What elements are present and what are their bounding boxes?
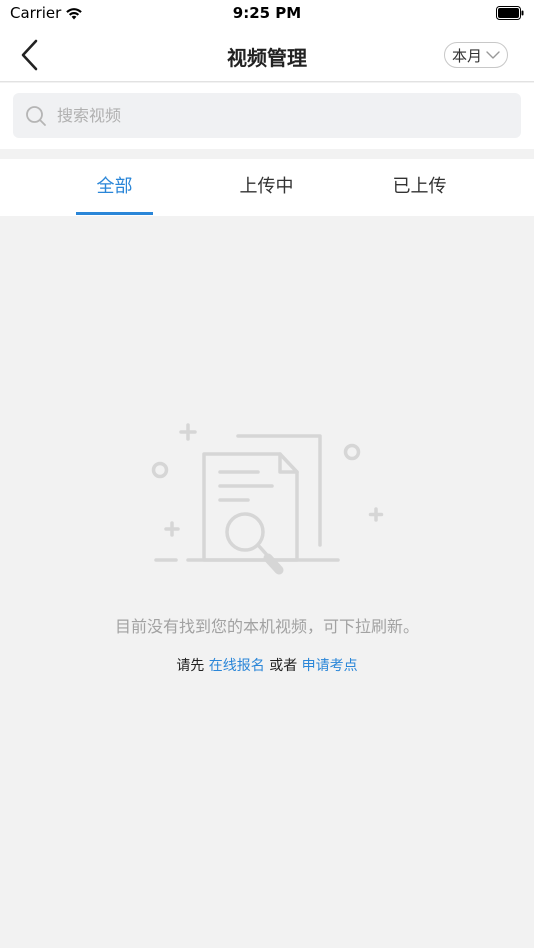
back-button[interactable]	[14, 38, 46, 72]
active-tab-indicator	[76, 212, 153, 215]
empty-state-message: 目前没有找到您的本机视频，可下拉刷新。	[114, 617, 419, 636]
status-bar: Carrier 9:25 PM	[0, 0, 534, 28]
battery-icon	[496, 6, 524, 20]
tab-bar: 全部 上传中 已上传	[0, 159, 534, 216]
online-register-link[interactable]: 在线报名	[209, 658, 265, 674]
empty-state-hint: 请先 在线报名 或者 申请考点	[0, 655, 534, 675]
search-area	[0, 83, 534, 149]
clock-time: 9:25 PM	[232, 4, 302, 22]
search-input[interactable]	[57, 106, 477, 125]
search-box[interactable]	[13, 93, 521, 138]
nav-bar: 视频管理 本月	[0, 28, 534, 82]
hint-prefix: 请先	[176, 658, 205, 674]
tab-uploading[interactable]: 上传中	[190, 159, 343, 216]
tab-uploaded[interactable]: 已上传	[343, 159, 496, 216]
month-filter-label: 本月	[451, 46, 482, 65]
chevron-down-icon	[486, 51, 500, 59]
chevron-left-icon	[21, 39, 38, 71]
search-icon	[26, 105, 46, 126]
tab-all[interactable]: 全部	[38, 159, 191, 216]
apply-exam-site-link[interactable]: 申请考点	[302, 658, 358, 674]
empty-document-search-icon	[151, 423, 384, 575]
month-filter-dropdown[interactable]: 本月	[444, 42, 508, 68]
hint-or: 或者	[269, 658, 298, 674]
